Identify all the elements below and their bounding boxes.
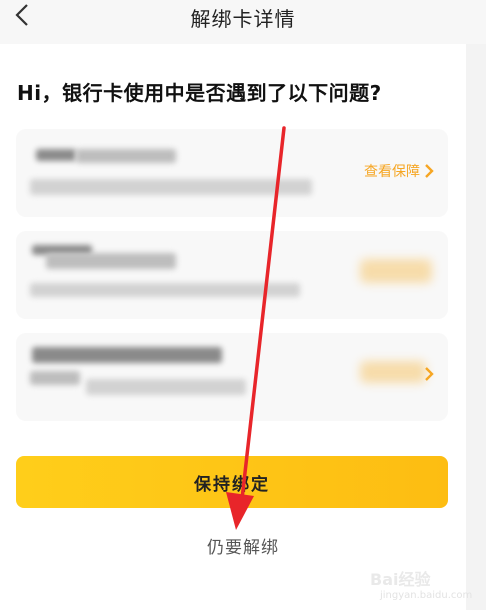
question-heading: Hi，银行卡使用中是否遇到了以下问题? <box>17 81 382 105</box>
still-unbind-link[interactable]: 仍要解绑 <box>0 533 486 558</box>
page-title: 解绑卡详情 <box>190 7 296 31</box>
view-protection-label: 查看保障 <box>364 164 420 180</box>
baidu-watermark-url: jingyan.baidu.com <box>380 590 473 601</box>
chevron-right-icon <box>425 164 434 178</box>
view-protection-link[interactable]: 查看保障 <box>364 161 434 181</box>
card-desc-blurred <box>30 371 80 385</box>
card-title-blurred <box>76 149 176 163</box>
issue-card-1[interactable]: 查看保障 <box>16 129 448 217</box>
card-desc-blurred <box>30 179 312 195</box>
card-title-blurred <box>36 149 76 161</box>
chevron-right-icon <box>425 367 434 381</box>
right-edge-strip <box>466 0 486 610</box>
card-title-blurred <box>46 253 176 269</box>
nav-header: 解绑卡详情 <box>0 0 486 44</box>
keep-binding-button[interactable]: 保持绑定 <box>16 456 448 508</box>
card-link-blurred[interactable] <box>360 259 432 283</box>
card-title-blurred <box>32 347 222 363</box>
issue-card-3[interactable] <box>16 333 448 421</box>
card-desc-blurred <box>86 379 246 395</box>
card-link-blurred[interactable] <box>360 361 426 383</box>
card-desc-blurred <box>30 283 300 297</box>
issue-card-2[interactable] <box>16 231 448 319</box>
baidu-watermark-logo: Bai经验 <box>370 570 431 589</box>
